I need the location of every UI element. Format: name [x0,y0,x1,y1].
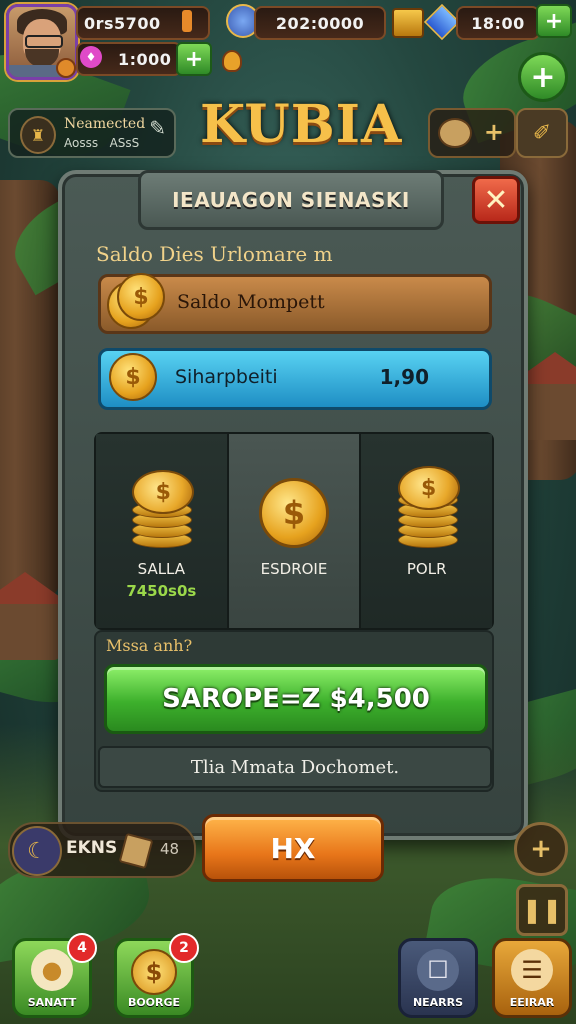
pencil-icon: ✎ [149,116,166,140]
right-resource-bar: 18:00 [456,6,540,40]
bottom-label-2: BOORGE [127,996,181,1009]
confirm-panel: Mssa anh? SAROPE=Z $4,500 Tlia Mmata Doc… [94,630,494,792]
bottom-label-3: NEARRS [412,996,464,1009]
left-pill-label: EKNS [66,838,118,858]
option-card-2[interactable]: $ ESDROIE [228,434,362,628]
notification-badge: 4 [67,933,97,963]
hx-button-label: HX [270,831,316,865]
map-button[interactable]: + [428,108,516,158]
right-resource-value: 18:00 [471,13,525,33]
shield-icon: ♜ [20,116,56,154]
balance-row[interactable]: $ $ Saldo Mompett [98,271,492,334]
helmet-icon: ☰ [511,949,553,991]
center-resource-bar: 202:0000 [254,6,386,40]
quest-subtitle-a: Aosss [64,136,99,150]
left-pill-count: 48 [160,840,180,858]
option-label: POLR [406,560,447,578]
info-text: Tlia Mmata Dochomet. [190,756,400,778]
quest-subtitle-b: ASsS [109,136,140,150]
option-label: SALLA [137,560,186,578]
confirm-button-label: SAROPE=Z $4,500 [162,684,430,714]
info-bar: Tlia Mmata Dochomet. [98,746,492,788]
option-amount: 7450s0s [126,582,197,600]
gems-value: 1:000 [118,49,172,69]
option-cards: $ SALLA 7450s0s $ ESDROIE $ POLR [94,432,494,630]
section-label: Saldo Dies Urlomare m [96,242,333,266]
bottom-button-1[interactable]: ● SANATT 4 [12,933,97,1018]
game-title: KUBIA [200,94,403,155]
close-button[interactable]: ✕ [472,176,520,224]
quest-panel[interactable]: ♜ Neamected Aosss ASsS ✎ [8,108,176,158]
plus-icon: + [483,118,504,146]
bottom-button-3[interactable]: ☐ NEARRS [398,938,478,1018]
wrench-icon: ✐ [532,120,552,146]
dialog-header: IEAUAGON SIENASKI [138,170,444,230]
confirm-hint: Mssa anh? [106,636,193,655]
gold-marker-icon [182,10,192,32]
option-card-1[interactable]: $ SALLA 7450s0s [96,434,229,628]
add-resource-button[interactable]: + [536,4,572,38]
exchange-label: Siharpbeiti [175,366,278,388]
balance-label: Saldo Mompett [177,291,325,313]
level-badge [56,58,76,78]
exchange-value: 1,90 [379,365,429,389]
left-info-pill[interactable]: ☾ EKNS 48 [8,822,196,878]
bottom-button-4[interactable]: ☰ EEIRAR [492,938,572,1018]
pause-icon: ❚❚ [521,896,563,924]
pause-button[interactable]: ❚❚ [516,884,568,936]
side-plus-button[interactable]: + [514,822,568,876]
coin-stack-icon: $ [132,470,195,550]
potion-icon [222,50,242,72]
bottom-button-2[interactable]: $ BOORGE 2 [114,933,199,1018]
add-round-button[interactable]: + [518,52,568,102]
notification-badge: 2 [169,933,199,963]
robot-icon: ☐ [417,949,459,991]
tool-button[interactable]: ✐ [516,108,568,158]
dollar-coin-icon: $ [259,478,329,548]
option-label: ESDROIE [260,560,328,578]
bottom-label-1: SANATT [27,996,77,1009]
dialog-title: IEAUAGON SIENASKI [172,188,410,212]
gem-icon: ♦ [80,46,102,68]
exchange-row[interactable]: $ Siharpbeiti 1,90 [98,348,492,410]
coin-stack-icon: $ [397,466,460,550]
bottom-label-4: EEIRAR [509,996,555,1009]
card-icon [118,832,154,870]
egg-icon: ● [31,949,73,991]
exchange-dialog: IEAUAGON SIENASKI ✕ Saldo Dies Urlomare … [58,170,528,840]
coin-stack-icon: $ $ [107,271,167,331]
banana-icon: ☾ [12,826,62,876]
top-right-tools: + ✐ [428,108,568,158]
map-icon [438,118,472,148]
quest-subtitle: Aosss ASsS [64,136,139,150]
center-resource-value: 202:0000 [275,13,365,33]
dollar-coin-icon: $ [131,949,177,995]
gems-bar: ♦ 1:000 [76,42,182,76]
option-card-3[interactable]: $ POLR [361,434,493,628]
gold-value: 0rs5700 [84,13,161,33]
dollar-coin-icon: $ [109,353,157,401]
chest-icon [392,8,424,38]
confirm-purchase-button[interactable]: SAROPE=Z $4,500 [104,664,488,734]
add-gems-button[interactable]: + [176,42,212,76]
hx-button[interactable]: HX [202,814,384,882]
quest-title: Neamected [64,116,146,132]
